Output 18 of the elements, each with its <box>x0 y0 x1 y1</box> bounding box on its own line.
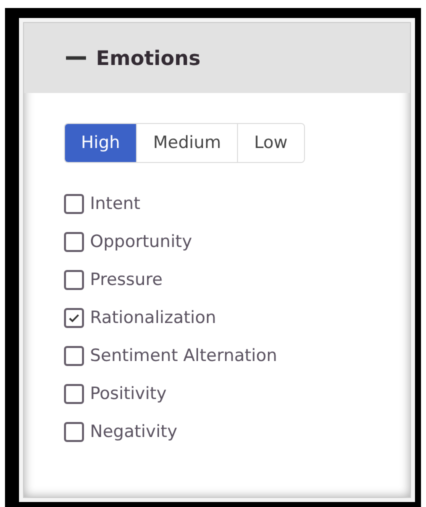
level-tab[interactable]: Low <box>237 124 304 162</box>
checkbox[interactable] <box>64 308 84 328</box>
option-label: Intent <box>90 193 140 216</box>
checkbox[interactable] <box>64 194 84 214</box>
checkbox[interactable] <box>64 270 84 290</box>
panel-title: Emotions <box>96 46 201 70</box>
panel-header[interactable]: Emotions <box>24 23 410 93</box>
option-label: Negativity <box>90 421 178 444</box>
level-tab[interactable]: High <box>65 124 136 162</box>
option-label: Pressure <box>90 269 163 292</box>
option-label: Positivity <box>90 383 167 406</box>
option-label: Rationalization <box>90 307 216 330</box>
checkbox[interactable] <box>64 384 84 404</box>
checkbox[interactable] <box>64 422 84 442</box>
option-label: Sentiment Alternation <box>90 345 278 368</box>
option-label: Opportunity <box>90 231 192 254</box>
checkbox[interactable] <box>64 346 84 366</box>
checkbox[interactable] <box>64 232 84 252</box>
